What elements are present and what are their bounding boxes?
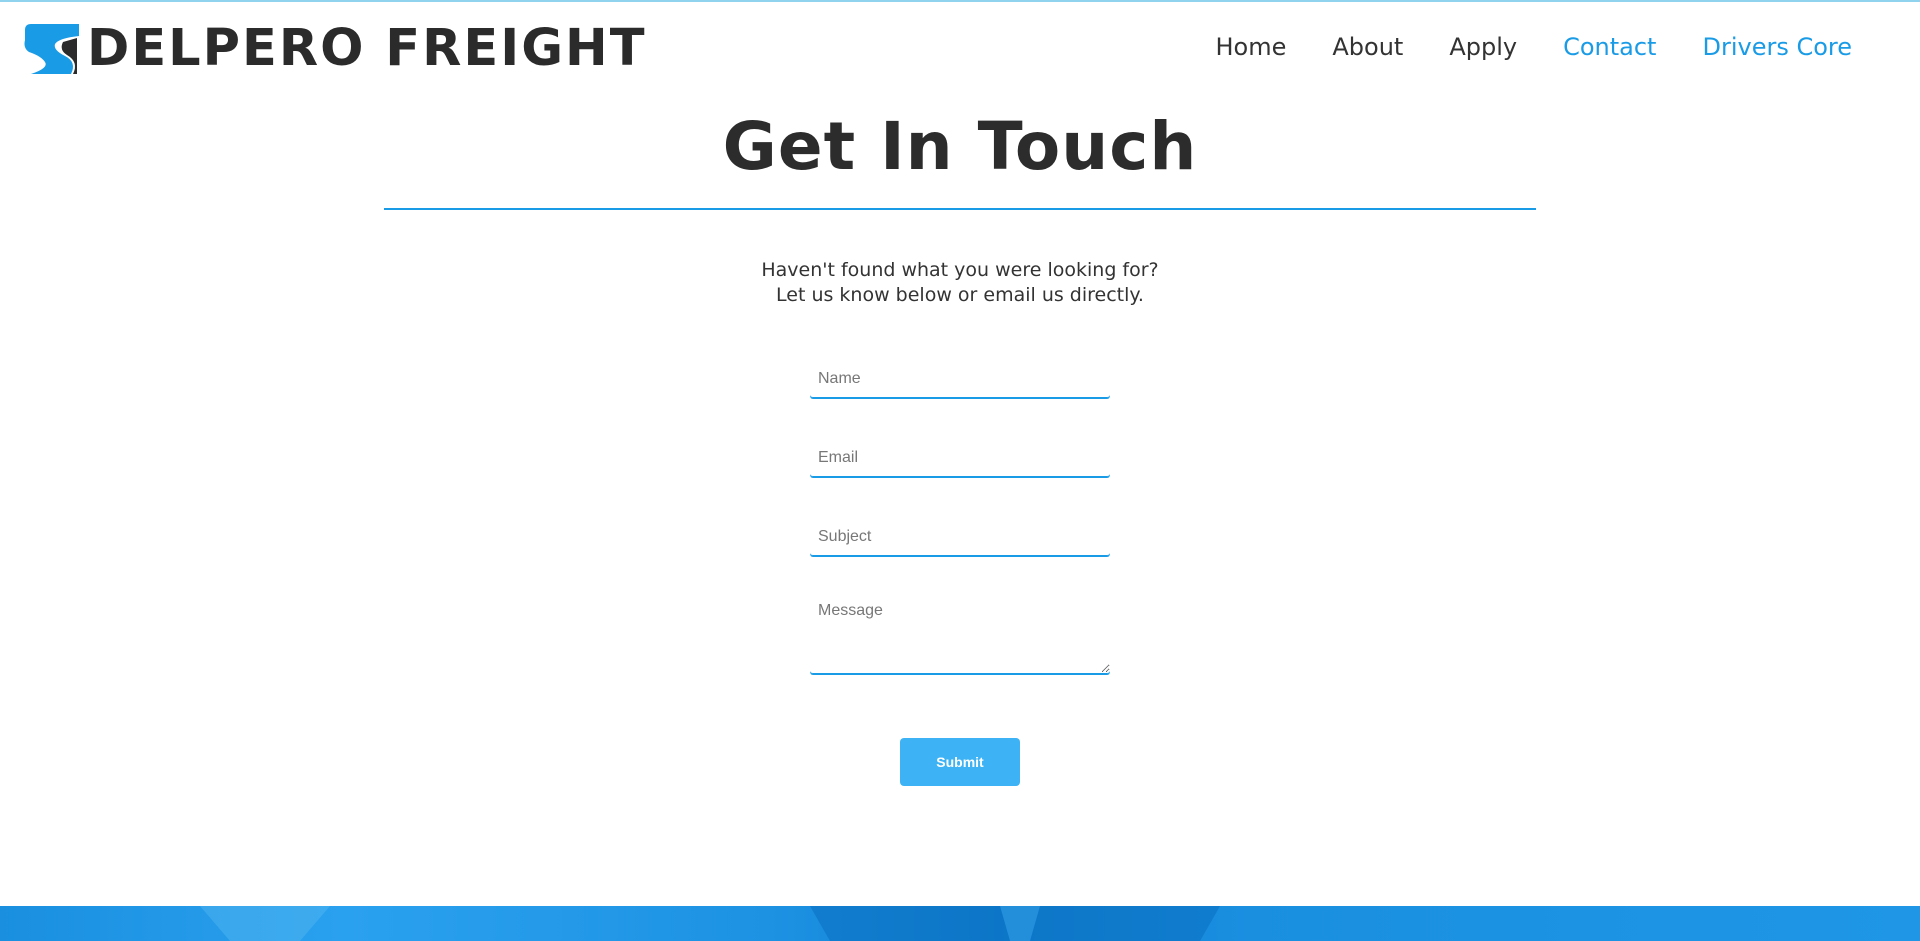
nav-drivers-core[interactable]: Drivers Core [1702, 33, 1852, 61]
subject-input[interactable] [810, 518, 1110, 556]
title-divider [384, 208, 1536, 210]
footer-background-graphic [200, 906, 1220, 941]
brand-logo[interactable]: DELPERO FREIGHT [19, 22, 647, 76]
page-title: Get In Touch [722, 108, 1198, 185]
name-input[interactable] [810, 360, 1110, 398]
message-textarea[interactable] [810, 594, 1110, 674]
nav-home[interactable]: Home [1215, 33, 1286, 61]
site-header: DELPERO FREIGHT Home About Apply Contact… [0, 0, 1920, 100]
nav-contact[interactable]: Contact [1563, 33, 1656, 61]
main-nav: Home About Apply Contact Drivers Core [1215, 33, 1852, 61]
brand-name: DELPERO FREIGHT [87, 19, 647, 78]
submit-button[interactable]: Submit [900, 738, 1020, 786]
footer-banner [0, 906, 1920, 941]
intro-line-2: Let us know below or email us directly. [776, 284, 1144, 306]
nav-about[interactable]: About [1332, 33, 1403, 61]
intro-text: Haven't found what you were looking for?… [0, 258, 1920, 308]
intro-line-1: Haven't found what you were looking for? [761, 259, 1159, 281]
road-s-icon [24, 24, 79, 74]
email-input[interactable] [810, 439, 1110, 477]
nav-apply[interactable]: Apply [1449, 33, 1517, 61]
